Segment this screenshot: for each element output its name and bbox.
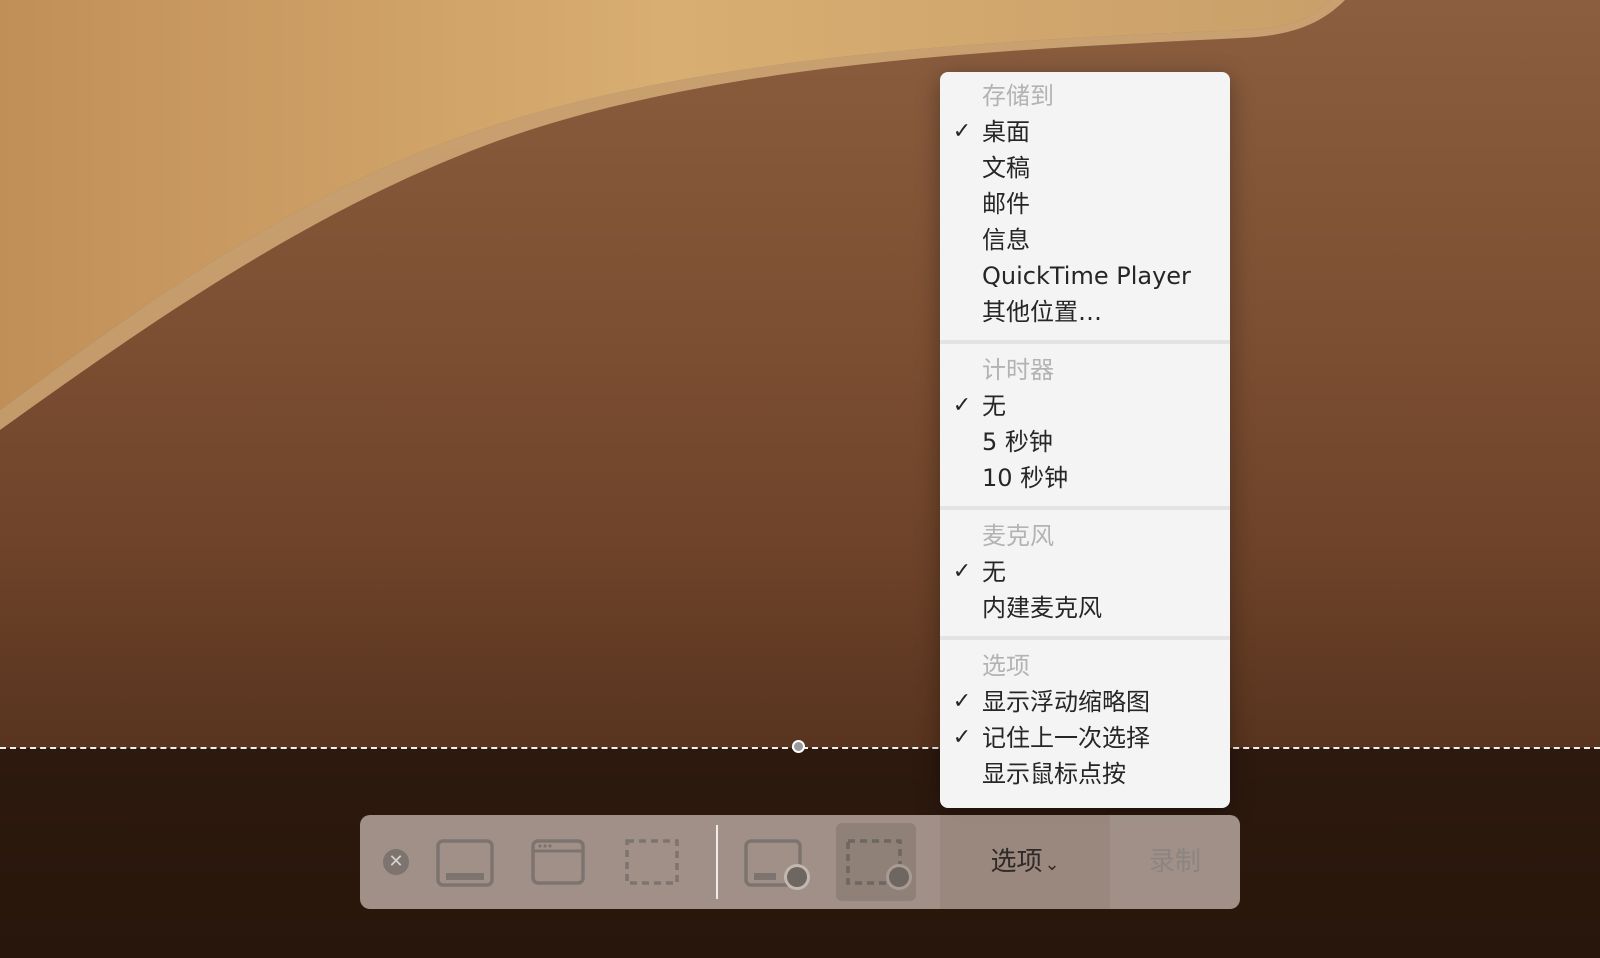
menu-item-label: 桌面 <box>982 118 1030 146</box>
menu-header-microphone: 麦克风 <box>982 522 1054 550</box>
menu-item-label: 邮件 <box>982 190 1030 218</box>
checkmark-icon: ✓ <box>952 725 972 750</box>
menu-item-floating-thumbnail[interactable]: ✓ 显示浮动缩略图 <box>940 684 1230 720</box>
options-dropdown-button[interactable]: 选项 ⌄ <box>940 815 1110 909</box>
options-button-label: 选项 <box>990 847 1043 877</box>
menu-section-microphone: 麦克风 ✓ 无 内建麦克风 <box>940 518 1230 626</box>
checkmark-icon: ✓ <box>952 559 972 584</box>
menu-item-remember-last-selection[interactable]: ✓ 记住上一次选择 <box>940 720 1230 756</box>
record-button[interactable]: 录制 <box>1110 815 1240 909</box>
menu-item-other-location[interactable]: 其他位置… <box>940 294 1230 330</box>
menu-section-options: 选项 ✓ 显示浮动缩略图 ✓ 记住上一次选择 显示鼠标点按 <box>940 648 1230 792</box>
menu-item-documents[interactable]: 文稿 <box>940 150 1230 186</box>
options-menu: 存储到 ✓ 桌面 文稿 邮件 信息 QuickTime Player 其他位置… … <box>940 72 1230 808</box>
menu-item-mic-none[interactable]: ✓ 无 <box>940 554 1230 590</box>
menu-header-timer: 计时器 <box>982 356 1054 384</box>
menu-separator <box>940 636 1230 640</box>
menu-header-options: 选项 <box>982 652 1030 680</box>
screenshot-toolbar: ✕ 选项 ⌄ 录制 <box>360 815 1240 909</box>
checkmark-icon: ✓ <box>952 689 972 714</box>
capture-selection-icon[interactable] <box>625 839 679 885</box>
menu-item-timer-none[interactable]: ✓ 无 <box>940 388 1230 424</box>
checkmark-icon: ✓ <box>952 393 972 418</box>
menu-separator <box>940 506 1230 510</box>
capture-window-icon[interactable] <box>531 839 585 885</box>
checkmark-icon: ✓ <box>952 119 972 144</box>
menu-item-label: 10 秒钟 <box>982 464 1069 492</box>
menu-item-label: 其他位置… <box>982 298 1102 326</box>
menu-item-label: 显示浮动缩略图 <box>982 688 1150 716</box>
menu-item-label: 无 <box>982 392 1006 420</box>
menu-item-label: 文稿 <box>982 154 1030 182</box>
chevron-down-icon: ⌄ <box>1044 854 1060 875</box>
menu-header-save-to: 存储到 <box>982 82 1054 110</box>
menu-item-builtin-mic[interactable]: 内建麦克风 <box>940 590 1230 626</box>
menu-item-timer-10s[interactable]: 10 秒钟 <box>940 460 1230 496</box>
close-icon[interactable]: ✕ <box>383 849 409 875</box>
record-entire-screen-icon[interactable] <box>744 835 814 893</box>
capture-entire-screen-icon[interactable] <box>436 839 494 887</box>
menu-item-label: 无 <box>982 558 1006 586</box>
menu-item-show-mouse-clicks[interactable]: 显示鼠标点按 <box>940 756 1230 792</box>
menu-section-timer: 计时器 ✓ 无 5 秒钟 10 秒钟 <box>940 352 1230 496</box>
menu-item-desktop[interactable]: ✓ 桌面 <box>940 114 1230 150</box>
menu-separator <box>940 340 1230 344</box>
menu-item-messages[interactable]: 信息 <box>940 222 1230 258</box>
menu-item-quicktime[interactable]: QuickTime Player <box>940 258 1230 294</box>
menu-item-label: QuickTime Player <box>982 262 1191 290</box>
menu-item-label: 内建麦克风 <box>982 594 1102 622</box>
menu-item-mail[interactable]: 邮件 <box>940 186 1230 222</box>
menu-item-label: 5 秒钟 <box>982 428 1053 456</box>
menu-item-timer-5s[interactable]: 5 秒钟 <box>940 424 1230 460</box>
menu-item-label: 记住上一次选择 <box>982 724 1150 752</box>
menu-item-label: 显示鼠标点按 <box>982 760 1126 788</box>
selection-resize-handle[interactable] <box>792 740 805 753</box>
record-selection-icon[interactable] <box>846 835 916 893</box>
menu-item-label: 信息 <box>982 226 1030 254</box>
menu-section-save-to: 存储到 ✓ 桌面 文稿 邮件 信息 QuickTime Player 其他位置… <box>940 78 1230 330</box>
toolbar-divider <box>716 825 718 899</box>
